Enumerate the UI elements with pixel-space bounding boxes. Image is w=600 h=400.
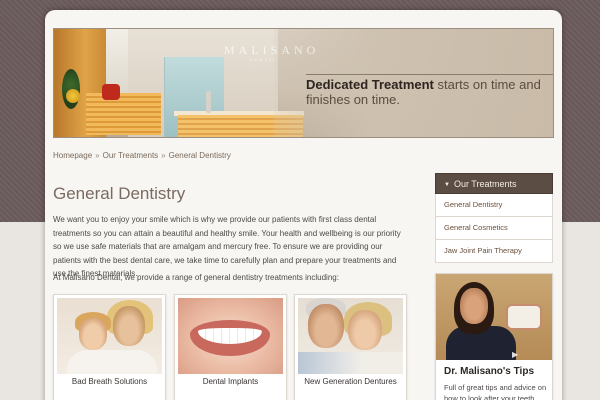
logo-text: MALISANO (224, 43, 320, 57)
tips-card[interactable]: ▶ Dr. Malisano's Tips Full of great tips… (435, 273, 553, 400)
sidebar-item-general-cosmetics[interactable]: General Cosmetics (435, 217, 553, 240)
intro-paragraph: We want you to enjoy your smile which is… (53, 215, 401, 278)
breadcrumb-current: General Dentistry (168, 151, 231, 160)
sidebar-item-jaw-joint-pain[interactable]: Jaw Joint Pain Therapy (435, 240, 553, 263)
page-title: General Dentistry (53, 184, 186, 203)
breadcrumb-homepage[interactable]: Homepage (53, 151, 92, 160)
sidebar-item-general-dentistry[interactable]: General Dentistry (435, 194, 553, 217)
breadcrumb-separator: » (95, 151, 100, 160)
page-container: MALISANO DENTAL Dedicated Treatment star… (45, 10, 562, 400)
breadcrumb: Homepage» Our Treatments» General Dentistr… (53, 151, 231, 160)
tips-title: Dr. Malisano's Tips (444, 366, 534, 377)
card-caption: Dental Implants (202, 377, 259, 386)
nav-header-our-treatments[interactable]: ▼ Our Treatments (435, 173, 553, 194)
couple-photo (298, 298, 403, 374)
play-icon[interactable]: ▶ (512, 350, 518, 359)
nav-header-label: Our Treatments (453, 179, 517, 189)
tagline-rule (306, 74, 553, 75)
tagline-bold: Dedicated Treatment (306, 77, 434, 92)
family-photo (57, 298, 162, 374)
hero-tagline: Dedicated Treatment starts on time and f… (306, 77, 546, 107)
tips-text: Full of great tips and advice on how to … (444, 383, 547, 400)
treatments-intro: At Malisano Dental, we provide a range o… (53, 273, 339, 282)
triangle-down-icon: ▼ (444, 182, 450, 188)
hero-banner: MALISANO DENTAL Dedicated Treatment star… (53, 28, 554, 138)
breadcrumb-our-treatments[interactable]: Our Treatments (103, 151, 159, 160)
reception-desk-image (86, 93, 161, 135)
treatment-card-bad-breath[interactable]: Bad Breath Solutions (53, 294, 166, 400)
sidebar-nav: ▼ Our Treatments General Dentistry Genera… (435, 173, 553, 263)
treatment-card-dentures[interactable]: New Generation Dentures (294, 294, 407, 400)
card-caption: Bad Breath Solutions (71, 377, 148, 386)
treatment-card-dental-implants[interactable]: Dental Implants (174, 294, 287, 400)
breadcrumb-separator: » (161, 151, 166, 160)
flowers-image (66, 89, 80, 103)
logo-subtext: DENTAL (250, 57, 278, 62)
card-caption: New Generation Dentures (304, 377, 397, 386)
smile-photo (178, 298, 283, 374)
doctor-video-thumbnail[interactable]: ▶ (436, 274, 552, 360)
